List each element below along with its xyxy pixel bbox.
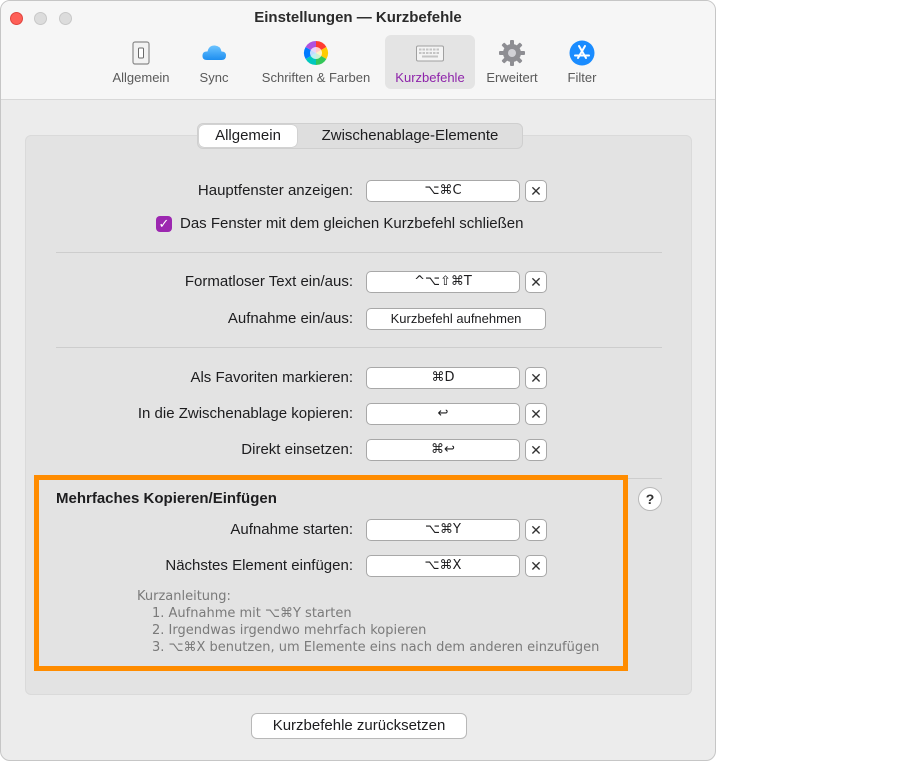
help-button[interactable]: ? (638, 487, 662, 511)
close-window-checkbox-label: Das Fenster mit dem gleichen Kurzbefehl … (180, 215, 524, 232)
tab-label: Erweitert (486, 70, 538, 85)
reset-shortcuts-button[interactable]: Kurzbefehle zurücksetzen (251, 713, 467, 739)
clear-shortcut-button[interactable]: ✕ (525, 367, 547, 389)
copy-to-clipboard-shortcut-field[interactable]: ↩ (366, 403, 520, 425)
plain-text-toggle-shortcut-field[interactable]: ^⌥⇧⌘T (366, 271, 520, 293)
tab-label: Kurzbefehle (395, 70, 465, 85)
copy-to-clipboard-label: In die Zwischenablage kopieren: (137, 405, 353, 422)
cloud-icon (202, 45, 226, 60)
main-window-shortcut-field[interactable]: ⌥⌘C (366, 180, 520, 202)
color-wheel-icon (303, 40, 329, 65)
paste-directly-shortcut-field[interactable]: ⌘↩ (366, 439, 520, 461)
clear-shortcut-button[interactable]: ✕ (525, 403, 547, 425)
instruction-step: 1. Aufnahme mit ⌥⌘Y starten (152, 606, 352, 621)
keyboard-icon (416, 45, 444, 62)
record-toggle-label: Aufnahme ein/aus: (227, 310, 353, 327)
divider (56, 347, 662, 348)
titlebar: Einstellungen — Kurzbefehle Allgemein Sy… (1, 1, 715, 100)
switch-icon (132, 41, 150, 65)
instruction-step: 2. Irgendwas irgendwo mehrfach kopieren (152, 623, 427, 638)
tab-label: Schriften & Farben (261, 70, 371, 85)
multi-copy-paste-title: Mehrfaches Kopieren/Einfügen (56, 490, 277, 507)
start-recording-label: Aufnahme starten: (230, 521, 353, 538)
app-store-icon (569, 40, 595, 66)
start-recording-shortcut-field[interactable]: ⌥⌘Y (366, 519, 520, 541)
segmented-control: Allgemein Zwischenablage-Elemente (197, 123, 523, 149)
instruction-step: 3. ⌥⌘X benutzen, um Elemente eins nach d… (152, 640, 600, 655)
divider (56, 252, 662, 253)
segment-allgemein[interactable]: Allgemein (199, 125, 297, 147)
clear-shortcut-button[interactable]: ✕ (525, 519, 547, 541)
tab-filter[interactable]: Filter (557, 35, 607, 89)
tab-label: Sync (199, 70, 229, 85)
clear-shortcut-button[interactable]: ✕ (525, 555, 547, 577)
favorite-shortcut-field[interactable]: ⌘D (366, 367, 520, 389)
close-window-checkbox[interactable]: ✓ (156, 216, 172, 232)
favorite-label: Als Favoriten markieren: (190, 369, 353, 386)
paste-directly-label: Direkt einsetzen: (241, 441, 353, 458)
paste-next-item-shortcut-field[interactable]: ⌥⌘X (366, 555, 520, 577)
clear-shortcut-button[interactable]: ✕ (525, 271, 547, 293)
tab-kurzbefehle[interactable]: Kurzbefehle (385, 35, 475, 89)
plain-text-toggle-label: Formatloser Text ein/aus: (184, 273, 353, 290)
tab-sync[interactable]: Sync (191, 35, 237, 89)
preferences-window: Einstellungen — Kurzbefehle Allgemein Sy… (0, 0, 716, 761)
tab-allgemein[interactable]: Allgemein (105, 35, 177, 89)
tab-schriften-farben[interactable]: Schriften & Farben (253, 35, 379, 89)
clear-shortcut-button[interactable]: ✕ (525, 439, 547, 461)
instructions-title: Kurzanleitung: (137, 589, 231, 604)
window-title: Einstellungen — Kurzbefehle (254, 9, 462, 26)
record-shortcut-button[interactable]: Kurzbefehl aufnehmen (366, 308, 546, 330)
gear-icon (499, 40, 525, 66)
tab-label: Allgemein (112, 70, 170, 85)
clear-shortcut-button[interactable]: ✕ (525, 180, 547, 202)
paste-next-item-label: Nächstes Element einfügen: (165, 557, 353, 574)
tab-label: Filter (567, 70, 597, 85)
main-window-label: Hauptfenster anzeigen: (197, 182, 353, 199)
segment-zwischenablage-elemente[interactable]: Zwischenablage-Elemente (299, 125, 521, 147)
tab-erweitert[interactable]: Erweitert (479, 35, 545, 89)
